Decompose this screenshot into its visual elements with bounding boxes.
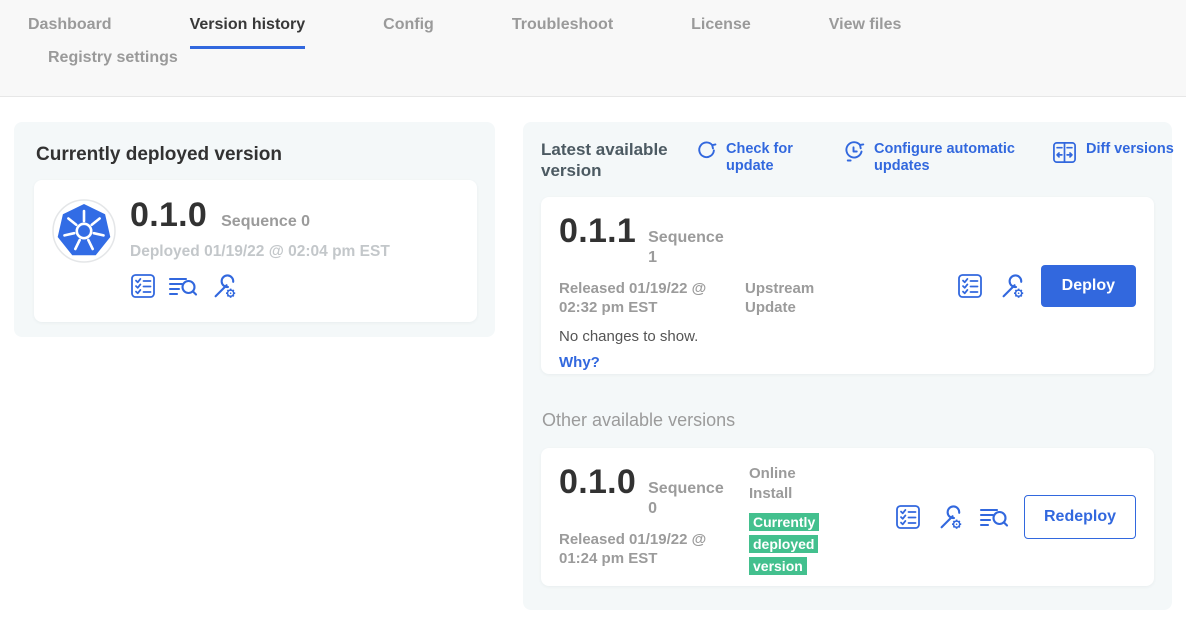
other-version-info: 0.1.0 Sequence 0 Released 01/19/22 @ 01:… bbox=[559, 464, 749, 570]
deploy-button[interactable]: Deploy bbox=[1041, 265, 1136, 307]
check-for-update-link[interactable]: Check for update bbox=[695, 140, 802, 175]
nav-secondary-row: Registry settings bbox=[0, 49, 1186, 77]
deployed-version-row: 0.1.0 Sequence 0 Deployed 01/19/22 @ 02:… bbox=[34, 180, 477, 322]
other-version-card: 0.1.0 Sequence 0 Released 01/19/22 @ 01:… bbox=[541, 448, 1154, 586]
latest-version-info: 0.1.1 Sequence 1 Released 01/19/22 @ 02:… bbox=[559, 213, 857, 358]
other-versions-heading: Other available versions bbox=[542, 410, 1154, 431]
no-changes-note: No changes to show. bbox=[559, 328, 857, 345]
currently-deployed-card: Currently deployed version 0.1.0 Sequenc… bbox=[14, 122, 495, 337]
preflight-checklist-icon[interactable] bbox=[957, 273, 983, 299]
configure-automatic-updates-link[interactable]: Configure automatic updates bbox=[842, 140, 1026, 175]
tab-dashboard[interactable]: Dashboard bbox=[28, 16, 112, 46]
other-released-timestamp: Released 01/19/22 @ 01:24 pm EST bbox=[559, 530, 731, 569]
other-source-label: Online Install bbox=[749, 464, 841, 503]
check-for-update-label: Check for update bbox=[726, 141, 802, 175]
app-nav: Dashboard Version history Config Trouble… bbox=[0, 0, 1186, 97]
config-icon[interactable] bbox=[210, 272, 238, 300]
preflight-checklist-icon[interactable] bbox=[895, 504, 921, 530]
other-sequence-label: Sequence 0 bbox=[648, 479, 714, 517]
currently-deployed-badge: Currently deployed version bbox=[749, 513, 819, 574]
latest-available-title: Latest available version bbox=[541, 140, 679, 181]
config-icon[interactable] bbox=[936, 503, 964, 531]
tab-license[interactable]: License bbox=[691, 16, 751, 46]
preflight-checklist-icon[interactable] bbox=[130, 273, 156, 299]
currently-deployed-title: Currently deployed version bbox=[36, 144, 477, 166]
latest-source-label: Upstream Update bbox=[745, 279, 857, 318]
configure-automatic-updates-label: Configure automatic updates bbox=[874, 141, 1026, 175]
config-icon[interactable] bbox=[998, 272, 1026, 300]
redeploy-button[interactable]: Redeploy bbox=[1024, 495, 1136, 539]
latest-sequence-label: Sequence 1 bbox=[648, 228, 714, 266]
why-link[interactable]: Why? bbox=[559, 354, 600, 371]
other-version-number: 0.1.0 bbox=[559, 464, 636, 501]
latest-version-actions: Deploy bbox=[957, 265, 1136, 307]
tab-version-history[interactable]: Version history bbox=[190, 16, 306, 49]
available-versions-panel: Latest available version Check for updat… bbox=[523, 122, 1172, 610]
kubernetes-logo-icon bbox=[52, 199, 116, 263]
tab-config[interactable]: Config bbox=[383, 16, 434, 46]
panel-header: Latest available version Check for updat… bbox=[541, 140, 1154, 181]
deployed-version-info: 0.1.0 Sequence 0 Deployed 01/19/22 @ 02:… bbox=[130, 195, 390, 307]
tab-troubleshoot[interactable]: Troubleshoot bbox=[512, 16, 613, 46]
latest-version-card: 0.1.1 Sequence 1 Released 01/19/22 @ 02:… bbox=[541, 197, 1154, 374]
release-notes-icon[interactable] bbox=[168, 274, 198, 298]
diff-versions-label: Diff versions bbox=[1086, 141, 1174, 158]
other-version-actions: Redeploy bbox=[895, 495, 1136, 539]
deployed-sequence-label: Sequence 0 bbox=[221, 212, 310, 231]
latest-released-timestamp: Released 01/19/22 @ 02:32 pm EST bbox=[559, 279, 731, 318]
tab-view-files[interactable]: View files bbox=[829, 16, 902, 46]
tab-registry-settings[interactable]: Registry settings bbox=[48, 49, 178, 77]
refresh-icon bbox=[695, 140, 717, 162]
release-notes-icon[interactable] bbox=[979, 505, 1009, 529]
deployed-version-number: 0.1.0 bbox=[130, 197, 207, 234]
other-version-source-column: Online Install Currently deployed versio… bbox=[749, 464, 841, 570]
schedule-update-icon bbox=[842, 140, 865, 163]
diff-versions-link[interactable]: Diff versions bbox=[1052, 140, 1174, 165]
diff-icon bbox=[1052, 140, 1077, 165]
nav-primary-row: Dashboard Version history Config Trouble… bbox=[0, 0, 1186, 49]
latest-version-number: 0.1.1 bbox=[559, 213, 636, 250]
deployed-timestamp: Deployed 01/19/22 @ 02:04 pm EST bbox=[130, 243, 390, 261]
